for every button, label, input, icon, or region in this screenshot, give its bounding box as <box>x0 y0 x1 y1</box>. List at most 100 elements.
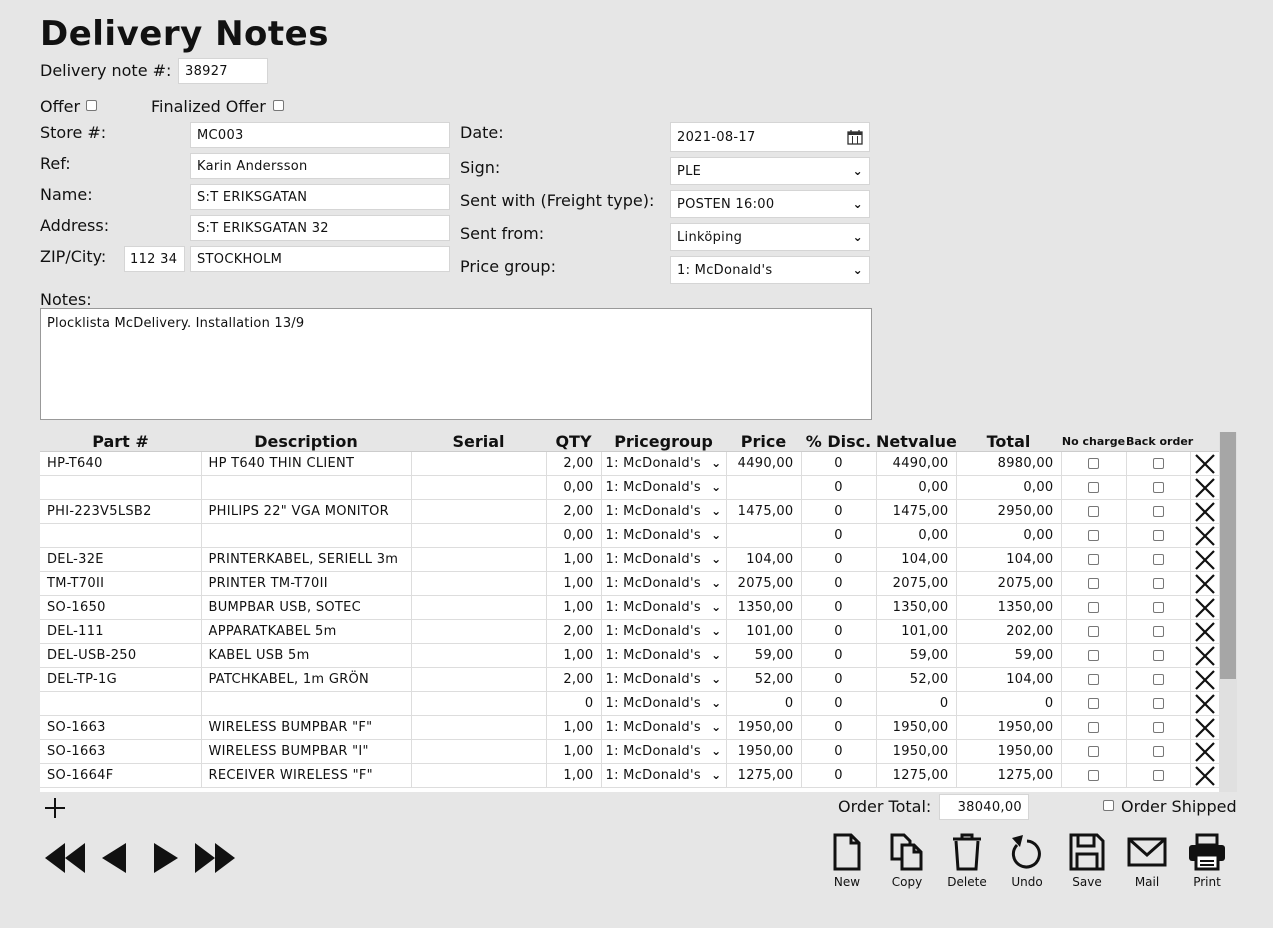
price-cell[interactable]: 1950,00 <box>726 739 802 764</box>
name-field[interactable]: S:T ERIKSGATAN <box>190 184 450 210</box>
description-cell[interactable]: WIRELESS BUMPBAR "F" <box>201 715 412 740</box>
discount-cell[interactable]: 0 <box>801 715 877 740</box>
part-cell[interactable]: SO-1663 <box>40 739 202 764</box>
pricegroup-select[interactable]: 1: McDonald's ⌄ <box>601 475 727 500</box>
qty-cell[interactable]: 2,00 <box>546 451 602 476</box>
previous-record-icon[interactable] <box>101 842 127 874</box>
part-cell[interactable]: PHI-223V5LSB2 <box>40 499 202 524</box>
description-cell[interactable]: BUMPBAR USB, SOTEC <box>201 595 412 620</box>
no-charge-checkbox[interactable] <box>1088 506 1099 517</box>
description-cell[interactable] <box>201 523 412 548</box>
price-cell[interactable]: 1350,00 <box>726 595 802 620</box>
sign-select[interactable]: PLE ⌄ <box>670 157 870 185</box>
qty-cell[interactable]: 1,00 <box>546 571 602 596</box>
pricegroup-select[interactable]: 1: McDonald's ⌄ <box>601 547 727 572</box>
back-order-checkbox[interactable] <box>1152 746 1164 757</box>
back-order-checkbox[interactable] <box>1152 554 1164 565</box>
price-cell[interactable]: 104,00 <box>726 547 802 572</box>
discount-cell[interactable]: 0 <box>801 571 877 596</box>
next-record-icon[interactable] <box>153 842 179 874</box>
description-cell[interactable]: KABEL USB 5m <box>201 643 412 668</box>
grid-scrollbar-thumb[interactable] <box>1220 432 1236 679</box>
serial-cell[interactable] <box>411 595 547 620</box>
discount-cell[interactable]: 0 <box>801 499 877 524</box>
x-icon[interactable] <box>1194 453 1216 475</box>
description-cell[interactable]: WIRELESS BUMPBAR "I" <box>201 739 412 764</box>
x-icon[interactable] <box>1194 645 1216 667</box>
price-cell[interactable]: 1475,00 <box>726 499 802 524</box>
price-cell[interactable]: 1950,00 <box>726 715 802 740</box>
discount-cell[interactable]: 0 <box>801 523 877 548</box>
freight-select[interactable]: POSTEN 16:00 ⌄ <box>670 190 870 218</box>
discount-cell[interactable]: 0 <box>801 619 877 644</box>
print-button[interactable]: Print <box>1182 833 1232 889</box>
no-charge-checkbox[interactable] <box>1088 530 1099 541</box>
no-charge-checkbox[interactable] <box>1088 554 1099 565</box>
price-cell[interactable]: 101,00 <box>726 619 802 644</box>
ref-field[interactable]: Karin Andersson <box>190 153 450 179</box>
delete-button[interactable]: Delete <box>942 833 992 889</box>
finalized-offer-checkbox[interactable] <box>273 100 284 111</box>
delivery-note-field[interactable]: 38927 <box>178 58 268 84</box>
part-cell[interactable]: DEL-111 <box>40 619 202 644</box>
pricegroup-select[interactable]: 1: McDonald's ⌄ <box>601 619 727 644</box>
order-shipped-checkbox[interactable] <box>1103 800 1114 811</box>
discount-cell[interactable]: 0 <box>801 691 877 716</box>
no-charge-checkbox[interactable] <box>1088 650 1099 661</box>
sent-from-select[interactable]: Linköping ⌄ <box>670 223 870 251</box>
no-charge-checkbox[interactable] <box>1088 626 1099 637</box>
part-cell[interactable] <box>40 475 202 500</box>
pricegroup-select[interactable]: 1: McDonald's ⌄ <box>601 451 727 476</box>
pricegroup-select[interactable]: 1: McDonald's ⌄ <box>601 763 727 788</box>
no-charge-checkbox[interactable] <box>1088 482 1099 493</box>
copy-button[interactable]: Copy <box>882 833 932 889</box>
last-record-icon[interactable] <box>194 842 236 874</box>
qty-cell[interactable]: 1,00 <box>546 763 602 788</box>
serial-cell[interactable] <box>411 571 547 596</box>
zip-field[interactable]: 112 34 <box>124 246 185 272</box>
description-cell[interactable]: APPARATKABEL 5m <box>201 619 412 644</box>
new-button[interactable]: New <box>822 833 872 889</box>
price-cell[interactable]: 59,00 <box>726 643 802 668</box>
pricegroup-select[interactable]: 1: McDonald's ⌄ <box>601 715 727 740</box>
description-cell[interactable]: HP T640 THIN CLIENT <box>201 451 412 476</box>
date-field[interactable]: 2021-08-17 <box>670 122 870 152</box>
no-charge-checkbox[interactable] <box>1088 674 1099 685</box>
serial-cell[interactable] <box>411 451 547 476</box>
discount-cell[interactable]: 0 <box>801 763 877 788</box>
back-order-checkbox[interactable] <box>1152 650 1164 661</box>
first-record-icon[interactable] <box>44 842 86 874</box>
plus-icon[interactable] <box>44 797 66 819</box>
x-icon[interactable] <box>1194 501 1216 523</box>
back-order-checkbox[interactable] <box>1152 578 1164 589</box>
description-cell[interactable]: PRINTER TM-T70II <box>201 571 412 596</box>
back-order-checkbox[interactable] <box>1152 698 1164 709</box>
discount-cell[interactable]: 0 <box>801 475 877 500</box>
x-icon[interactable] <box>1194 573 1216 595</box>
store-field[interactable]: MC003 <box>190 122 450 148</box>
part-cell[interactable]: DEL-USB-250 <box>40 643 202 668</box>
qty-cell[interactable]: 1,00 <box>546 739 602 764</box>
serial-cell[interactable] <box>411 523 547 548</box>
description-cell[interactable]: PATCHKABEL, 1m GRÖN <box>201 667 412 692</box>
x-icon[interactable] <box>1194 741 1216 763</box>
pricegroup-select[interactable]: 1: McDonald's ⌄ <box>601 667 727 692</box>
description-cell[interactable] <box>201 691 412 716</box>
city-field[interactable]: STOCKHOLM <box>190 246 450 272</box>
no-charge-checkbox[interactable] <box>1088 578 1099 589</box>
price-cell[interactable]: 1275,00 <box>726 763 802 788</box>
pricegroup-select[interactable]: 1: McDonald's ⌄ <box>601 523 727 548</box>
save-button[interactable]: Save <box>1062 833 1112 889</box>
x-icon[interactable] <box>1194 477 1216 499</box>
back-order-checkbox[interactable] <box>1152 530 1164 541</box>
x-icon[interactable] <box>1194 525 1216 547</box>
qty-cell[interactable]: 0,00 <box>546 475 602 500</box>
serial-cell[interactable] <box>411 547 547 572</box>
serial-cell[interactable] <box>411 619 547 644</box>
qty-cell[interactable]: 0 <box>546 691 602 716</box>
discount-cell[interactable]: 0 <box>801 451 877 476</box>
x-icon[interactable] <box>1194 693 1216 715</box>
discount-cell[interactable]: 0 <box>801 667 877 692</box>
price-cell[interactable] <box>726 523 802 548</box>
no-charge-checkbox[interactable] <box>1088 698 1099 709</box>
